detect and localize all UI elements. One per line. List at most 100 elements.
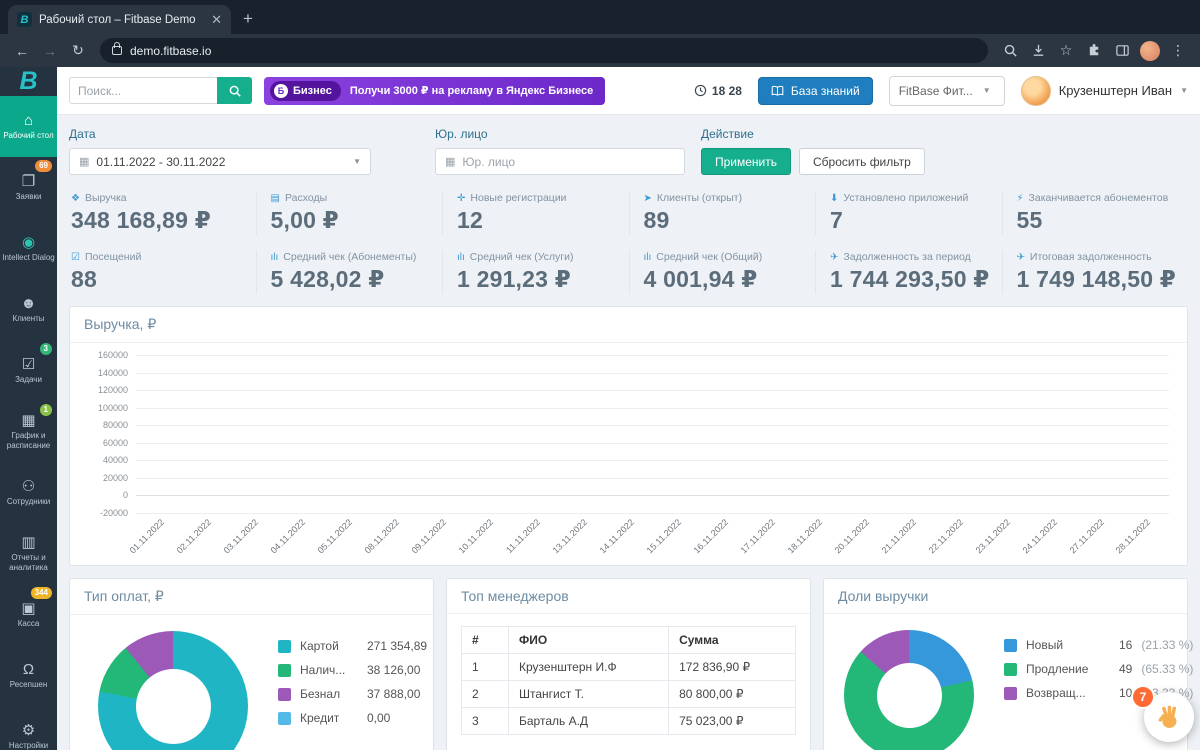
legend-item[interactable]: Картой 271 354,89 (278, 639, 427, 653)
bookmark-star-icon[interactable]: ☆ (1054, 39, 1078, 63)
date-range-value: 01.11.2022 - 30.11.2022 (96, 154, 226, 169)
memberships-ending-icon: ⚡ (1016, 192, 1024, 204)
sidebar-item-schedule[interactable]: ▦ График и расписание 1 (0, 401, 57, 462)
legend-swatch-icon (278, 687, 291, 701)
sidebar-item-intellect-dialog[interactable]: ◉ Intellect Dialog (0, 218, 57, 279)
legend-label: Налич... (300, 663, 346, 677)
sidebar-item-settings[interactable]: ⚙ Настройки (0, 706, 57, 750)
sidebar-item-requests[interactable]: ❐ Заявки 69 (0, 157, 57, 218)
promo-chip-label: Бизнес (293, 84, 332, 97)
work-timer[interactable]: 18 28 (694, 84, 742, 98)
manager-cell: 1 (461, 653, 509, 681)
chat-widget[interactable]: 7 (1131, 685, 1194, 742)
waving-hand-icon (1158, 705, 1177, 728)
sidebar-item-tasks[interactable]: ☑ Задачи 3 (0, 340, 57, 401)
reload-icon[interactable]: ↻ (66, 42, 90, 59)
sidebar-item-staff[interactable]: ⚇ Сотрудники (0, 462, 57, 523)
back-icon[interactable]: ← (10, 43, 34, 59)
stat-value: 1 291,23 ₽ (457, 266, 571, 292)
sidebar-item-cashbox[interactable]: ▣ Касса 344 (0, 584, 57, 645)
y-tick-label: 0 (122, 490, 128, 501)
revenue-chart-plot: -20000 0 20000 40000 60000 80000 100000 120000 1… (98, 350, 1169, 518)
legend-label: Кредит (300, 711, 340, 725)
reset-filter-button[interactable]: Сбросить фильтр (799, 148, 925, 175)
browser-menu-icon[interactable]: ⋮ (1166, 39, 1190, 63)
address-bar[interactable]: demo.fitbase.io (100, 38, 988, 63)
search-button[interactable] (217, 77, 252, 104)
revenue-icon: ❖ (71, 192, 80, 204)
knowledge-base-button[interactable]: База знаний (757, 76, 873, 105)
y-tick-label: 40000 (102, 455, 128, 466)
legend-value: 0,00 (367, 711, 391, 725)
app-topbar: Б Бизнес Получи 3000 ₽ на рекламу в Янде… (57, 67, 1200, 115)
search-icon[interactable] (998, 39, 1022, 63)
y-tick-label: 80000 (102, 420, 128, 431)
work-timer-value: 18 28 (711, 83, 742, 98)
debt-period-icon: ✈ (830, 251, 839, 263)
stat-label-text: Заканчивается абонементов (1028, 192, 1169, 204)
legend-swatch-icon (278, 639, 291, 653)
legend-item[interactable]: Продление 49 (65.33 %) (1004, 662, 1193, 676)
x-tick-label: 17.11.2022 (738, 517, 777, 556)
browser-tab[interactable]: B Рабочий стол – Fitbase Demo ✕ (8, 5, 231, 34)
stat-label-text: Установлено приложений (843, 192, 969, 204)
stat-value: 7 (830, 207, 843, 233)
promo-banner[interactable]: Б Бизнес Получи 3000 ₽ на рекламу в Янде… (264, 76, 606, 105)
browser-tab-strip: B Рабочий стол – Fitbase Demo ✕ + (0, 0, 1200, 34)
date-range-input[interactable]: ▦ 01.11.2022 - 30.11.2022 ▼ (69, 148, 371, 175)
stat-value: 12 (457, 207, 483, 233)
club-select[interactable]: FitBase Фит... ▼ (888, 75, 1005, 106)
managers-column-header: # (461, 626, 509, 654)
sidebar-badge: 3 (39, 343, 52, 355)
top-managers-card: Топ менеджеров # ФИО Сумма 1 Крузенштерн И.… (446, 578, 811, 750)
intellect-dialog-icon: ◉ (21, 233, 36, 251)
browser-profile-avatar[interactable] (1140, 40, 1160, 61)
side-panel-icon[interactable] (1110, 39, 1134, 63)
revenue-chart-card: Выручка, ₽ -20000 0 20000 40000 60000 80000 10… (69, 306, 1188, 566)
user-menu[interactable]: Крузенштерн Иван ▼ (1020, 75, 1188, 106)
extensions-puzzle-icon[interactable] (1082, 39, 1106, 63)
sidebar-item-reception[interactable]: Ω Ресепшен (0, 645, 57, 706)
manager-cell: Барталь А.Д (507, 707, 670, 735)
fitbase-logo[interactable]: B (0, 67, 57, 96)
download-icon[interactable] (1026, 39, 1050, 63)
sidebar-item-clients[interactable]: ☻ Клиенты (0, 279, 57, 340)
legend-label: Продление (1026, 662, 1089, 676)
manager-cell: 75 023,00 ₽ (668, 707, 796, 735)
legend-item[interactable]: Безнал 37 888,00 (278, 687, 427, 701)
reception-icon: Ω (22, 660, 35, 678)
stat-visits: ☑ Посещений 88 (69, 250, 256, 294)
app: B ⌂ Рабочий стол ❐ Заявки 69 ◉ Intellect Dialo… (0, 67, 1200, 750)
sidebar-item-reports[interactable]: ▥ Отчеты и аналитика (0, 523, 57, 584)
search-input[interactable] (69, 77, 217, 104)
chevron-down-icon: ▼ (353, 157, 361, 166)
x-tick-label: 04.11.2022 (268, 517, 308, 556)
apply-button[interactable]: Применить (701, 148, 792, 175)
legend-swatch-icon (278, 663, 291, 677)
x-tick-label: 10.11.2022 (456, 517, 496, 556)
calendar-icon: ▦ (79, 156, 90, 168)
revenue-chart-title: Выручка, ₽ (70, 307, 1187, 343)
x-tick-label: 03.11.2022 (221, 517, 261, 556)
stat-memberships-ending: ⚡ Заканчивается абонементов 55 (1001, 191, 1189, 235)
new-tab-button[interactable]: + (243, 9, 253, 29)
manager-cell: 172 836,90 ₽ (668, 653, 796, 681)
stat-label-text: Выручка (84, 192, 127, 204)
shares-donut (844, 630, 974, 750)
sidebar-item-dashboard[interactable]: ⌂ Рабочий стол (0, 96, 57, 157)
legend-item[interactable]: Новый 16 (21.33 %) (1004, 638, 1193, 652)
avg-check-total-icon: ılı (643, 251, 652, 263)
tab-close-icon[interactable]: ✕ (211, 12, 222, 28)
settings-icon: ⚙ (21, 721, 36, 739)
legend-percent: (65.33 %) (1141, 662, 1194, 676)
legend-item[interactable]: Кредит 0,00 (278, 711, 427, 725)
legend-item[interactable]: Налич... 38 126,00 (278, 663, 427, 677)
sidebar-item-label: Заявки (15, 191, 42, 201)
forward-icon[interactable]: → (38, 43, 62, 59)
y-tick-label: 60000 (102, 437, 128, 448)
managers-table-head: # ФИО Сумма (461, 626, 796, 654)
stat-debt-period: ✈ Задолженность за период 1 744 293,50 ₽ (815, 250, 1002, 294)
stat-label-text: Средний чек (Абонементы) (283, 251, 417, 263)
date-filter-label: Дата (69, 127, 96, 141)
legal-entity-input[interactable]: ▦ Юр. лицо (435, 148, 685, 175)
